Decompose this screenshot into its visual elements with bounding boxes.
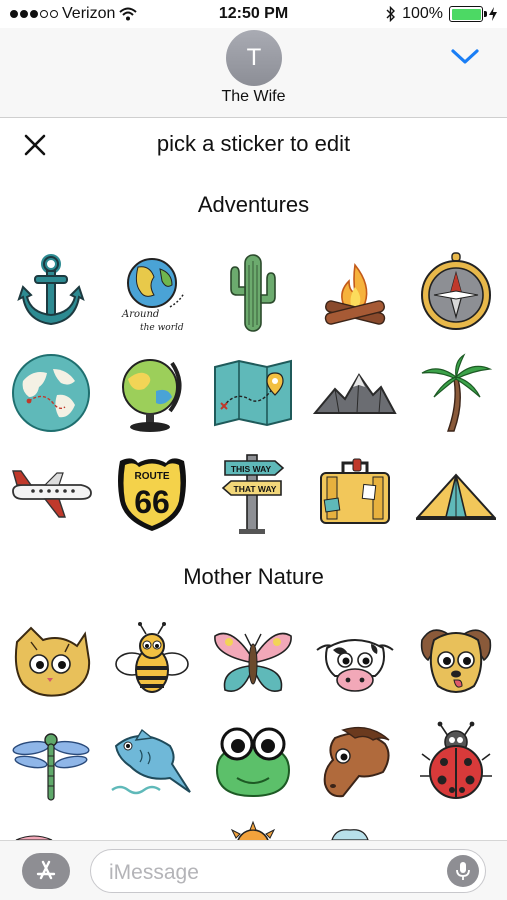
- mountains-sticker[interactable]: [304, 343, 405, 443]
- microphone-icon: [456, 862, 470, 880]
- route-label: ROUTE: [135, 471, 170, 482]
- battery-percent: 100%: [402, 5, 443, 22]
- cat-sticker[interactable]: [0, 612, 101, 712]
- sticker-grid-mother-nature: [0, 612, 507, 812]
- signpost-icon: THIS WAY THAT WAY: [222, 454, 285, 534]
- globe-lettering-top: Around: [121, 309, 159, 320]
- palm-tree-sticker[interactable]: [406, 343, 507, 443]
- app-store-icon: [36, 860, 56, 880]
- tent-icon: [415, 473, 497, 520]
- charging-icon: [489, 7, 497, 21]
- suitcase-sticker[interactable]: [304, 443, 405, 543]
- section-title-adventures: Adventures: [197, 192, 310, 217]
- battery-icon: [449, 6, 487, 22]
- folded-map-icon: [214, 359, 293, 427]
- anchor-icon: [16, 254, 85, 326]
- fish-icon: [111, 728, 191, 795]
- drawer-title: pick a sticker to edit: [156, 131, 351, 156]
- palm-tree-icon: [421, 353, 493, 432]
- compass-sticker[interactable]: [406, 243, 507, 343]
- dragonfly-sticker[interactable]: [0, 712, 101, 812]
- cow-icon: [316, 639, 394, 692]
- desk-globe-icon: [122, 359, 182, 432]
- section-title-mother-nature: Mother Nature: [183, 564, 324, 589]
- anchor-sticker[interactable]: [0, 243, 101, 343]
- dog-sticker[interactable]: [406, 612, 507, 712]
- signpost-bottom-label: THAT WAY: [234, 484, 277, 494]
- campfire-sticker[interactable]: [304, 243, 405, 343]
- campfire-icon: [324, 263, 386, 325]
- cactus-sticker[interactable]: [203, 243, 304, 343]
- status-right: 100%: [386, 5, 497, 23]
- ladybug-icon: [420, 721, 493, 799]
- dictation-button[interactable]: [447, 855, 479, 887]
- frog-sticker[interactable]: [203, 712, 304, 812]
- cat-icon: [14, 626, 90, 697]
- conversation-header: T The Wife: [0, 28, 507, 118]
- suitcase-icon: [319, 458, 390, 524]
- flower-sticker-partial-icon: [15, 835, 53, 840]
- bluetooth-icon: [386, 6, 396, 22]
- signpost-top-label: THIS WAY: [231, 464, 272, 474]
- mountains-icon: [312, 373, 397, 414]
- airplane-sticker[interactable]: [0, 443, 101, 543]
- imessage-input[interactable]: iMessage: [90, 849, 486, 893]
- frog-icon: [216, 727, 291, 798]
- horse-icon: [323, 726, 390, 798]
- butterfly-icon: [214, 632, 293, 692]
- bee-sticker[interactable]: [101, 612, 202, 712]
- world-globe-icon: [11, 354, 90, 432]
- sticker-row-partial: [0, 820, 507, 840]
- route-number: 66: [134, 484, 170, 520]
- dragonfly-icon: [12, 733, 90, 801]
- fish-sticker[interactable]: [101, 712, 202, 812]
- horse-sticker[interactable]: [304, 712, 405, 812]
- contact-name[interactable]: The Wife: [0, 88, 507, 106]
- compass-icon: [421, 252, 492, 330]
- signpost-sticker[interactable]: THIS WAY THAT WAY: [203, 443, 304, 543]
- cactus-icon: [230, 254, 277, 332]
- folded-map-sticker[interactable]: [203, 343, 304, 443]
- status-bar: Verizon 12:50 PM 100%: [0, 0, 507, 30]
- app-store-button[interactable]: [22, 853, 70, 889]
- cow-sticker[interactable]: [304, 612, 405, 712]
- bee-icon: [115, 622, 189, 693]
- imessage-placeholder: iMessage: [109, 861, 199, 884]
- dog-icon: [421, 629, 492, 693]
- message-input-bar: iMessage: [0, 840, 507, 900]
- cloud-sticker-partial-icon: [331, 829, 369, 840]
- sun-sticker-partial-icon: [230, 820, 276, 840]
- route-66-sticker[interactable]: ROUTE 66: [101, 443, 202, 543]
- airplane-icon: [11, 470, 92, 518]
- butterfly-sticker[interactable]: [203, 612, 304, 712]
- tent-sticker[interactable]: [406, 443, 507, 543]
- world-map-globe-sticker[interactable]: [0, 343, 101, 443]
- chevron-down-icon[interactable]: [451, 48, 479, 66]
- globe-lettering-icon: Around the world: [121, 258, 185, 333]
- around-the-world-sticker[interactable]: Around the world: [101, 243, 202, 343]
- desk-globe-sticker[interactable]: [101, 343, 202, 443]
- route-66-icon: ROUTE 66: [118, 458, 187, 531]
- sticker-drawer-header: pick a sticker to edit: [0, 118, 507, 172]
- ladybug-sticker[interactable]: [406, 712, 507, 812]
- sticker-grid-adventures: Around the world ROUTE 66 THIS WAY THAT …: [0, 243, 507, 543]
- avatar[interactable]: T: [226, 30, 282, 86]
- globe-lettering-bottom: the world: [140, 323, 184, 333]
